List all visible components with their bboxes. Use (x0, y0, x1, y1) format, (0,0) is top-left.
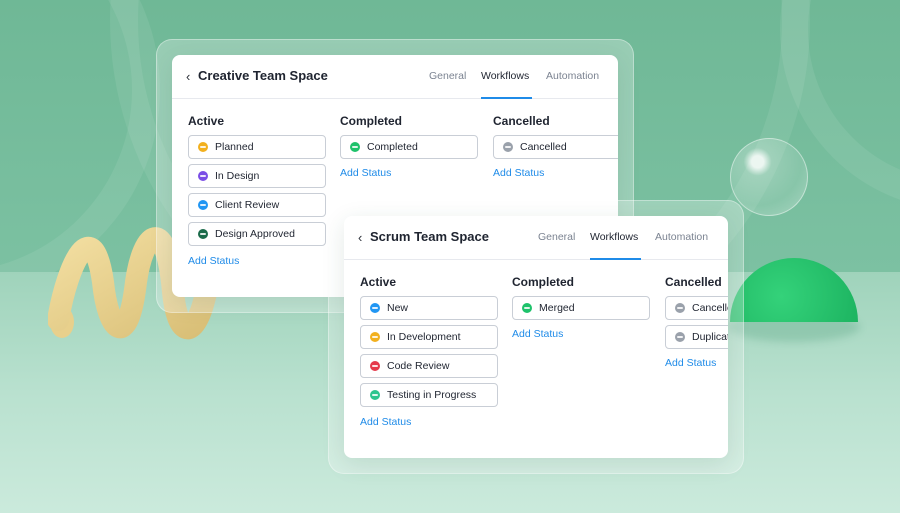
status-label: Cancelled (520, 141, 567, 153)
status-chip[interactable]: Cancelled (493, 135, 618, 159)
chevron-left-icon[interactable]: ‹ (358, 230, 362, 245)
status-dot-icon (198, 142, 208, 152)
status-dot-icon (350, 142, 360, 152)
column-heading-completed: Completed (340, 114, 403, 128)
status-dot-icon (370, 303, 380, 313)
chevron-left-icon[interactable]: ‹ (186, 69, 190, 84)
add-status-link[interactable]: Add Status (493, 167, 544, 179)
column-heading-cancelled: Cancelled (665, 275, 722, 289)
status-label: Cancelled (692, 302, 728, 314)
active-tab-indicator (481, 97, 532, 99)
status-dot-icon (503, 142, 513, 152)
status-label: Planned (215, 141, 254, 153)
status-chip[interactable]: Client Review (188, 193, 326, 217)
status-chip[interactable]: Design Approved (188, 222, 326, 246)
status-dot-icon (675, 303, 685, 313)
column-heading-cancelled: Cancelled (493, 114, 550, 128)
add-status-link[interactable]: Add Status (512, 328, 563, 340)
status-chip[interactable]: In Development (360, 325, 498, 349)
status-chip[interactable]: Duplicate (665, 325, 728, 349)
status-chip[interactable]: Cancelled (665, 296, 728, 320)
add-status-link[interactable]: Add Status (360, 416, 411, 428)
status-chip[interactable]: Completed (340, 135, 478, 159)
active-tab-indicator (590, 258, 641, 260)
add-status-link[interactable]: Add Status (188, 255, 239, 267)
status-dot-icon (370, 361, 380, 371)
status-chip[interactable]: Planned (188, 135, 326, 159)
status-chip[interactable]: Testing in Progress (360, 383, 498, 407)
tab-workflows[interactable]: Workflows (481, 70, 529, 82)
status-chip[interactable]: Code Review (360, 354, 498, 378)
status-label: Design Approved (215, 228, 295, 240)
status-label: Testing in Progress (387, 389, 477, 401)
tab-automation[interactable]: Automation (546, 70, 599, 82)
tab-general[interactable]: General (538, 231, 575, 243)
glass-bubble (730, 138, 808, 216)
status-label: New (387, 302, 409, 314)
card-header: ‹ Scrum Team Space General Workflows Aut… (344, 216, 728, 260)
page-title: Creative Team Space (198, 68, 328, 83)
column-heading-active: Active (360, 275, 397, 289)
tab-workflows[interactable]: Workflows (590, 231, 638, 243)
status-label: In Development (387, 331, 461, 343)
add-status-link[interactable]: Add Status (340, 167, 391, 179)
status-dot-icon (370, 332, 380, 342)
status-chip[interactable]: Merged (512, 296, 650, 320)
tab-automation[interactable]: Automation (655, 231, 708, 243)
status-dot-icon (198, 200, 208, 210)
status-label: Completed (367, 141, 418, 153)
status-dot-icon (198, 229, 208, 239)
add-status-link[interactable]: Add Status (665, 357, 716, 369)
page-title: Scrum Team Space (370, 229, 489, 244)
column-heading-active: Active (188, 114, 225, 128)
card-header: ‹ Creative Team Space General Workflows … (172, 55, 618, 99)
scrum-team-space-card: ‹ Scrum Team Space General Workflows Aut… (344, 216, 728, 458)
status-chip[interactable]: In Design (188, 164, 326, 188)
status-chip[interactable]: New (360, 296, 498, 320)
status-dot-icon (198, 171, 208, 181)
status-label: Merged (539, 302, 575, 314)
status-label: In Design (215, 170, 260, 182)
status-label: Duplicate (692, 331, 728, 343)
column-heading-completed: Completed (512, 275, 575, 289)
status-label: Client Review (215, 199, 280, 211)
status-dot-icon (370, 390, 380, 400)
status-dot-icon (522, 303, 532, 313)
status-dot-icon (675, 332, 685, 342)
status-label: Code Review (387, 360, 450, 372)
tab-general[interactable]: General (429, 70, 466, 82)
